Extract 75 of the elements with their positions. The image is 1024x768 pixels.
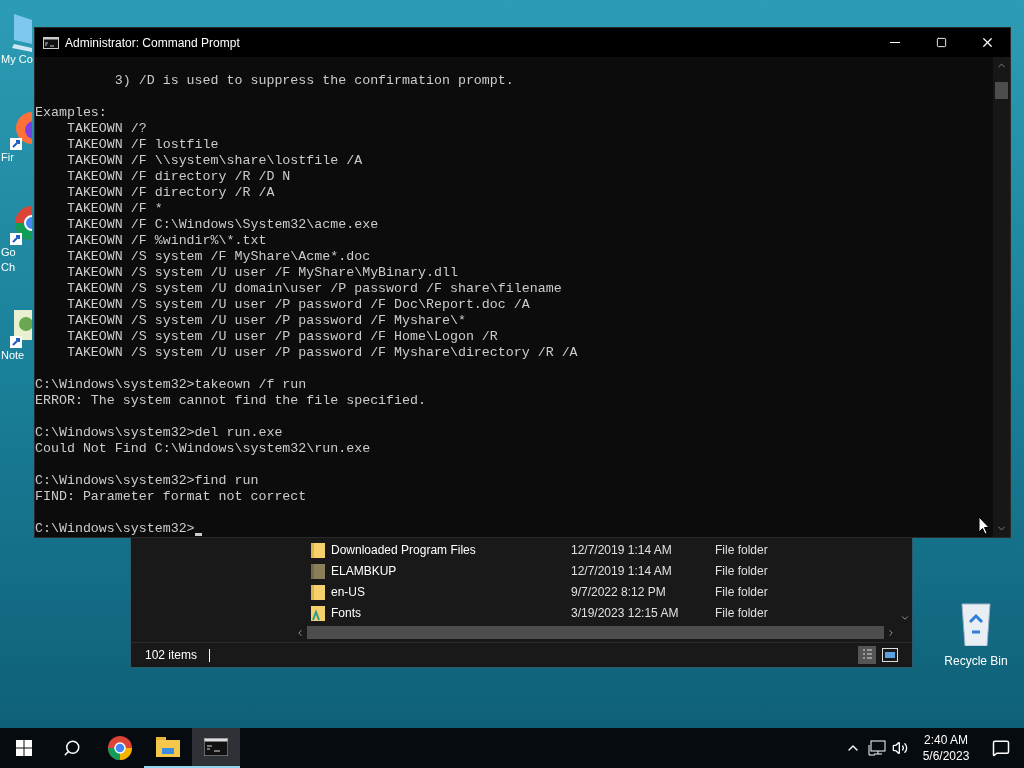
desktop-icon-label[interactable]: My Co bbox=[1, 52, 33, 67]
console-line: TAKEOWN /S system /U user /P password /F Home\Logon /R bbox=[65, 329, 498, 345]
clock-date: 5/6/2023 bbox=[922, 748, 970, 764]
console-line: ERROR: The system cannot find the file specified. bbox=[35, 393, 426, 409]
computer-icon bbox=[10, 12, 32, 52]
console-line: TAKEOWN /F \\system\share\lostfile /A bbox=[65, 153, 363, 169]
console-prompt: C:\Windows\system32> bbox=[35, 521, 195, 537]
text-cursor bbox=[194, 533, 202, 536]
terminal-icon bbox=[43, 36, 59, 49]
file-date: 9/7/2022 8:12 PM bbox=[571, 583, 667, 601]
console-line: TAKEOWN /F directory /R /D N bbox=[65, 169, 291, 185]
folder-icon bbox=[311, 583, 325, 600]
network-icon[interactable] bbox=[868, 740, 886, 756]
fonts-folder-icon bbox=[311, 604, 325, 621]
file-type: File folder bbox=[715, 562, 768, 580]
console-line: Examples: bbox=[35, 105, 107, 121]
file-type: File folder bbox=[715, 604, 768, 622]
scroll-right-icon[interactable] bbox=[886, 627, 896, 638]
scroll-left-icon[interactable] bbox=[295, 627, 305, 638]
file-type: File folder bbox=[715, 541, 768, 559]
taskbar-button[interactable] bbox=[192, 728, 240, 768]
terminal-icon bbox=[204, 738, 228, 756]
file-date: 12/7/2019 1:14 AM bbox=[571, 562, 673, 580]
console-line: TAKEOWN /F %windir%\*.txt bbox=[65, 233, 267, 249]
console-line: FIND: Parameter format not correct bbox=[35, 489, 307, 505]
desktop-icon-label[interactable]: Go bbox=[1, 245, 16, 260]
console-line: Could Not Find C:\Windows\system32\run.exe bbox=[35, 441, 371, 457]
file-type: File folder bbox=[715, 583, 768, 601]
console-line: C:\Windows\system32>takeown /f run bbox=[35, 377, 307, 393]
recycle-bin-icon bbox=[958, 600, 994, 646]
console-line: TAKEOWN /? bbox=[65, 121, 147, 137]
console-line: TAKEOWN /S system /U user /P password /F Myshare\* bbox=[65, 313, 466, 329]
mouse-pointer-icon bbox=[978, 516, 990, 535]
file-name[interactable]: en-US bbox=[331, 582, 571, 601]
browser-icon bbox=[108, 736, 132, 760]
file-name[interactable]: Downloaded Program Files bbox=[331, 540, 571, 559]
console-line: 3) /D is used to suppress the confirmation prompt. bbox=[113, 73, 514, 89]
preview-view-icon[interactable] bbox=[882, 648, 898, 662]
console-line: TAKEOWN /S system /U user /F MyShare\MyBinary.dll bbox=[65, 265, 458, 281]
console-line: C:\Windows\system32>find run bbox=[35, 473, 259, 489]
folder-icon bbox=[156, 737, 180, 757]
file-name[interactable]: Fonts bbox=[331, 603, 571, 622]
minimize-icon bbox=[890, 42, 900, 43]
maximize-icon bbox=[935, 37, 947, 48]
console-line: TAKEOWN /F directory /R /A bbox=[65, 185, 275, 201]
desktop-icon-label[interactable]: Note bbox=[1, 348, 25, 363]
notepad-icon bbox=[10, 308, 32, 348]
desktop-icon-label[interactable]: Recycle Bin bbox=[944, 652, 1008, 670]
details-view-icon[interactable] bbox=[858, 646, 876, 664]
console-line: TAKEOWN /S system /F MyShare\Acme*.doc bbox=[65, 249, 371, 265]
console-line: TAKEOWN /S system /U user /P password /F Doc\Report.doc /A bbox=[65, 297, 530, 313]
search-icon bbox=[63, 739, 81, 757]
file-name[interactable]: ELAMBKUP bbox=[331, 561, 571, 580]
file-date: 3/19/2023 12:15 AM bbox=[571, 604, 680, 622]
speaker-icon[interactable] bbox=[892, 740, 908, 756]
clock[interactable]: 2:40 AM 5/6/2023 bbox=[914, 732, 978, 764]
console-line: TAKEOWN /S system /U domain\user /P password /F share\filename bbox=[65, 281, 562, 297]
folder-icon bbox=[311, 541, 325, 558]
desktop-icon-label[interactable]: Ch bbox=[1, 260, 16, 275]
notifications-icon[interactable] bbox=[992, 739, 1010, 757]
file-date: 12/7/2019 1:14 AM bbox=[571, 541, 673, 559]
console-line: C:\Windows\system32>del run.exe bbox=[35, 425, 283, 441]
scrollbar-thumb[interactable] bbox=[995, 82, 1008, 99]
scroll-down-icon[interactable] bbox=[900, 613, 910, 623]
horizontal-scrollbar[interactable] bbox=[307, 626, 884, 639]
console-line: TAKEOWN /S system /U user /P password /F Myshare\directory /R /A bbox=[65, 345, 578, 361]
console-line: TAKEOWN /F lostfile bbox=[65, 137, 219, 153]
clock-time: 2:40 AM bbox=[924, 732, 968, 748]
item-count: 102 items bbox=[145, 647, 198, 664]
console-line: TAKEOWN /F C:\Windows\System32\acme.exe bbox=[65, 217, 379, 233]
folder-icon bbox=[311, 562, 325, 579]
console-line: TAKEOWN /F * bbox=[65, 201, 163, 217]
window-title: Administrator: Command Prompt bbox=[65, 34, 240, 52]
windows-logo-icon bbox=[16, 740, 32, 756]
desktop-icon-label[interactable]: Fir bbox=[1, 150, 14, 165]
